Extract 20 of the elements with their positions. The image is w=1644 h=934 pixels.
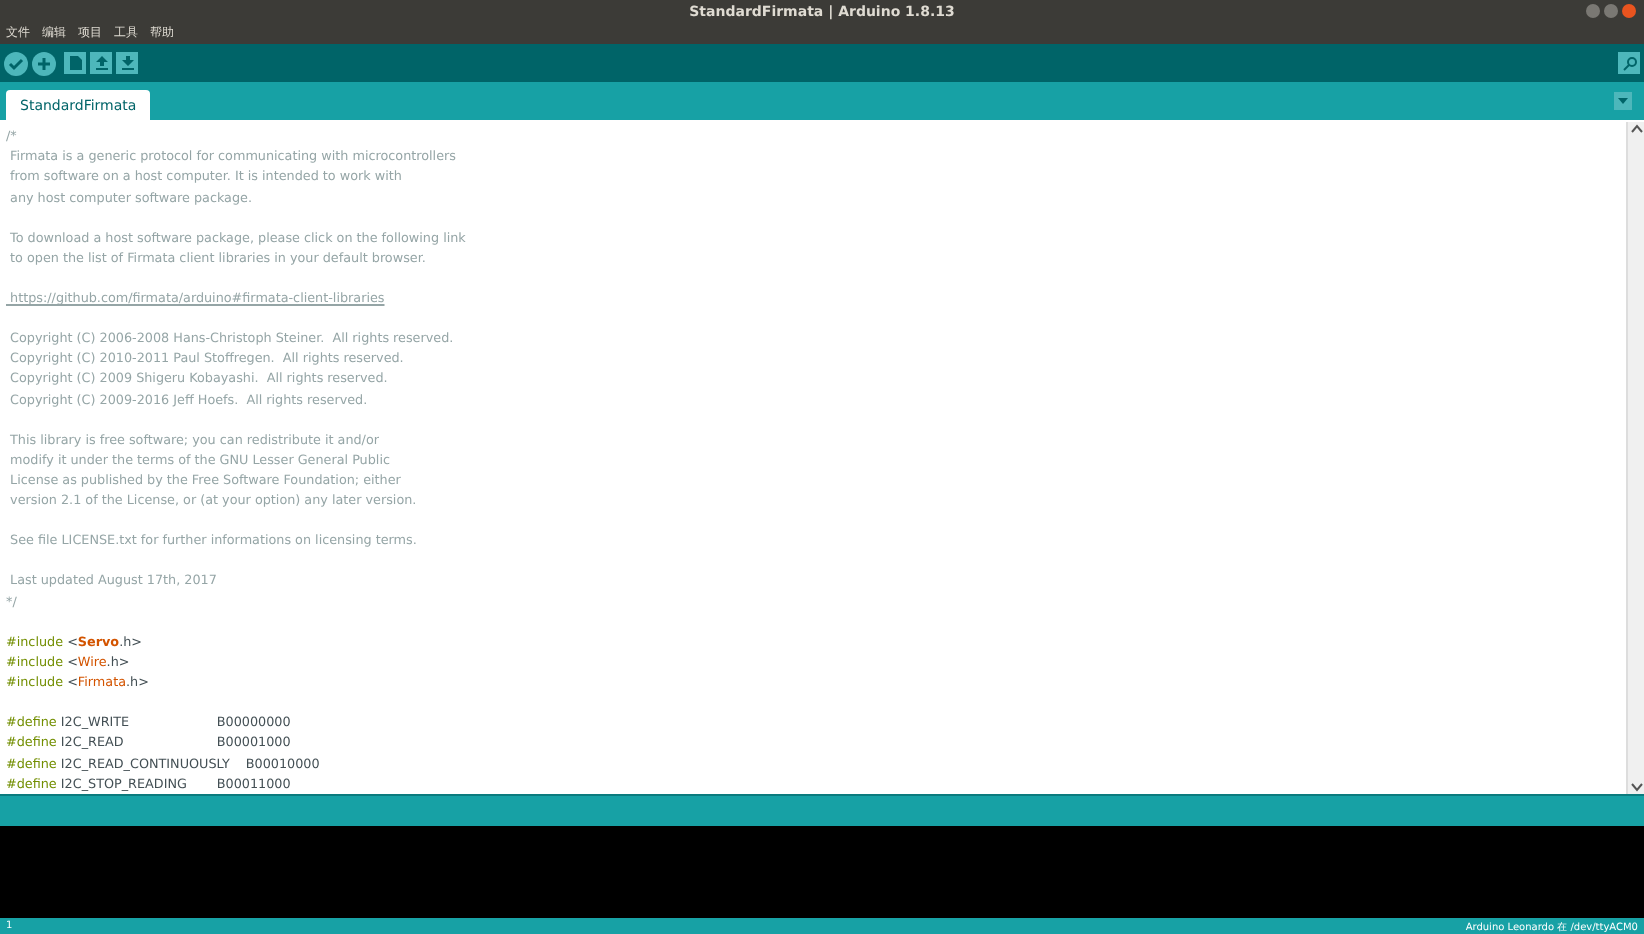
magnifier-icon xyxy=(1621,55,1637,71)
upload-button[interactable] xyxy=(32,51,56,75)
serial-monitor-button[interactable] xyxy=(1618,52,1640,74)
tab-menu-button[interactable] xyxy=(1614,92,1632,110)
open-button[interactable] xyxy=(90,52,112,74)
close-button[interactable] xyxy=(1622,4,1636,18)
verify-button[interactable] xyxy=(4,51,28,75)
maximize-button[interactable] xyxy=(1604,4,1618,18)
new-file-button[interactable] xyxy=(64,52,86,74)
checkmark-icon xyxy=(8,55,24,71)
document-icon xyxy=(69,56,81,70)
minimize-button[interactable] xyxy=(1586,4,1600,18)
save-button[interactable] xyxy=(116,52,138,74)
scroll-down-icon[interactable] xyxy=(1629,780,1643,794)
plus-icon xyxy=(36,55,52,71)
scrollbar[interactable] xyxy=(1626,122,1644,794)
arrow-down-icon xyxy=(121,56,133,70)
scroll-up-icon[interactable] xyxy=(1629,122,1643,136)
caret-icon xyxy=(1618,98,1628,104)
arrow-up-icon xyxy=(95,56,107,70)
